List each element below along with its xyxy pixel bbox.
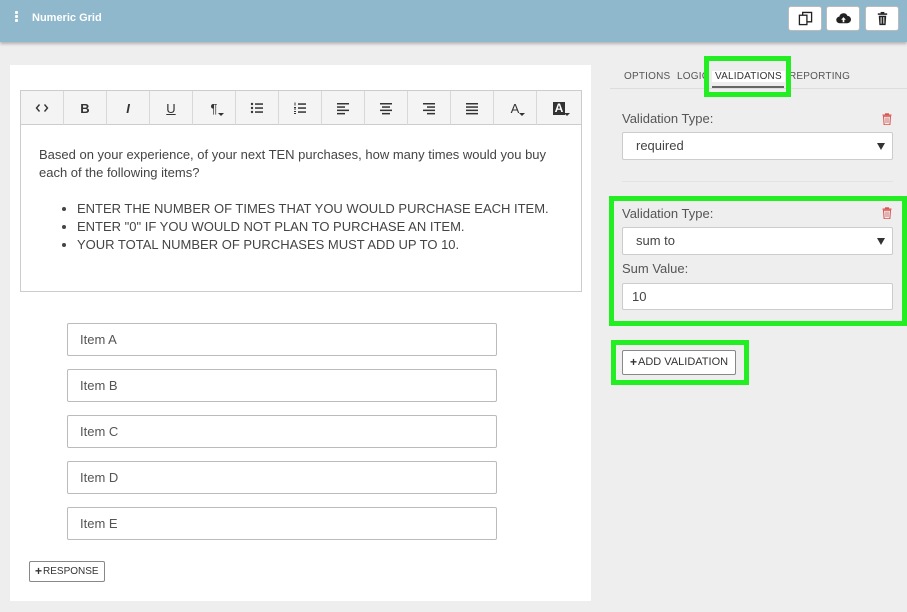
validation-type-select[interactable]: sum to — [622, 227, 893, 255]
align-left-icon — [337, 103, 349, 115]
editor-toolbar: B I U ¶ A A — [21, 91, 581, 125]
sum-value-input[interactable]: 10 — [622, 283, 893, 310]
question-card: B I U ¶ A A Based on your experience, of… — [10, 65, 591, 601]
item-e-input[interactable]: Item E — [67, 507, 497, 540]
item-a-input[interactable]: Item A — [67, 323, 497, 356]
tab-validations[interactable]: VALIDATIONS — [712, 71, 785, 82]
copy-icon — [798, 11, 812, 26]
numbered-list-button[interactable] — [279, 91, 322, 125]
bullet-list-icon — [250, 102, 263, 114]
instruction-item: ENTER THE NUMBER OF TIMES THAT YOU WOULD… — [77, 200, 563, 218]
bullet-list-button[interactable] — [236, 91, 279, 125]
tab-logic[interactable]: LOGIC — [677, 71, 709, 82]
validation-type-label: Validation Type: — [622, 111, 714, 126]
tab-divider — [610, 88, 907, 89]
plus-icon: + — [35, 564, 43, 578]
instruction-item: YOUR TOTAL NUMBER OF PURCHASES MUST ADD … — [77, 236, 563, 254]
align-right-icon — [423, 103, 435, 115]
validation-divider — [622, 181, 893, 182]
editor-content[interactable]: Based on your experience, of your next T… — [21, 125, 581, 254]
trash-icon — [877, 11, 887, 26]
validation-type-value: sum to — [636, 233, 676, 248]
justify-icon — [466, 103, 478, 115]
active-tab-indicator — [712, 86, 784, 88]
instruction-item: ENTER "0" IF YOU WOULD NOT PLAN TO PURCH… — [77, 218, 563, 236]
align-right-button[interactable] — [408, 91, 451, 125]
code-icon — [35, 104, 49, 112]
add-validation-button[interactable]: + ADD VALIDATION — [622, 350, 737, 375]
align-left-button[interactable] — [322, 91, 365, 125]
underline-button[interactable]: U — [150, 91, 193, 125]
copy-button[interactable] — [788, 6, 822, 31]
cloud-upload-icon — [835, 13, 851, 24]
page-title: Numeric Grid — [32, 12, 102, 24]
kebab-menu-icon[interactable] — [14, 11, 20, 25]
tab-reporting[interactable]: REPORTING — [789, 71, 850, 82]
save-button[interactable] — [826, 6, 860, 31]
add-validation-label: ADD VALIDATION — [638, 356, 729, 368]
paragraph-button[interactable]: ¶ — [193, 91, 236, 125]
item-c-input[interactable]: Item C — [67, 415, 497, 448]
align-center-button[interactable] — [365, 91, 408, 125]
background-color-button[interactable]: A — [537, 91, 581, 125]
font-color-button[interactable]: A — [494, 91, 537, 125]
add-response-label: RESPONSE — [43, 566, 99, 577]
justify-button[interactable] — [451, 91, 494, 125]
sum-value-label: Sum Value: — [622, 261, 689, 276]
bold-button[interactable]: B — [64, 91, 107, 125]
tab-options[interactable]: OPTIONS — [624, 71, 670, 82]
chevron-down-icon — [877, 143, 885, 150]
item-d-input[interactable]: Item D — [67, 461, 497, 494]
instruction-list: ENTER THE NUMBER OF TIMES THAT YOU WOULD… — [39, 200, 563, 254]
paragraph-icon: ¶ — [210, 100, 218, 116]
top-bar: Numeric Grid — [0, 0, 907, 42]
validation-type-label: Validation Type: — [622, 206, 714, 221]
code-view-button[interactable] — [21, 91, 64, 125]
numbered-list-icon — [294, 102, 306, 114]
italic-button[interactable]: I — [107, 91, 150, 125]
plus-icon: + — [630, 355, 638, 369]
delete-button[interactable] — [865, 6, 899, 31]
validation-type-value: required — [636, 138, 684, 153]
rich-text-editor[interactable]: B I U ¶ A A Based on your experience, of… — [20, 90, 582, 292]
question-text: Based on your experience, of your next T… — [39, 147, 547, 180]
chevron-down-icon — [877, 238, 885, 245]
align-center-icon — [380, 103, 392, 115]
validation-type-select[interactable]: required — [622, 132, 893, 160]
delete-validation-icon[interactable] — [882, 207, 892, 219]
item-b-input[interactable]: Item B — [67, 369, 497, 402]
add-response-button[interactable]: + RESPONSE — [29, 561, 105, 582]
delete-validation-icon[interactable] — [882, 113, 892, 125]
